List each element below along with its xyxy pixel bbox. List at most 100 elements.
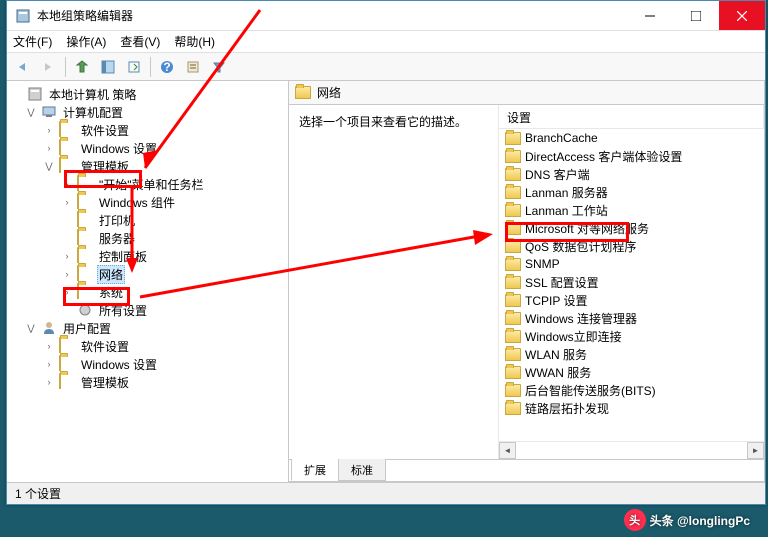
up-button[interactable] [70,56,94,78]
list-item[interactable]: 链路层拓扑发现 [499,399,764,417]
menu-action[interactable]: 操作(A) [66,33,106,50]
folder-icon [505,132,521,145]
list-item[interactable]: Windows立即连接 [499,327,764,345]
tree-panel[interactable]: 本地计算机 策略 ⋁ 计算机配置 ›软件设置 ›Windows 设置 ⋁管理模板… [7,81,289,482]
folder-icon [295,86,311,99]
menu-help[interactable]: 帮助(H) [174,33,215,50]
expand-icon[interactable]: › [43,124,55,136]
column-headers[interactable]: 设置 [499,105,764,129]
tree-root[interactable]: 本地计算机 策略 [7,85,288,103]
tree-system[interactable]: ›系统 [7,283,288,301]
description-column: 选择一个项目来查看它的描述。 [289,105,499,459]
list-item[interactable]: SNMP [499,255,764,273]
tree-user-admin[interactable]: ›管理模板 [7,373,288,391]
list-item-label: Lanman 服务器 [525,184,608,201]
expand-icon[interactable]: › [43,142,55,154]
filter-button[interactable] [207,56,231,78]
tree-admin-templates[interactable]: ⋁管理模板 [7,157,288,175]
folder-icon [505,222,521,235]
menu-file[interactable]: 文件(F) [13,33,52,50]
menubar: 文件(F) 操作(A) 查看(V) 帮助(H) [7,31,765,53]
folder-icon [59,121,61,137]
tree-computer-config[interactable]: ⋁ 计算机配置 [7,103,288,121]
list-item[interactable]: Microsoft 对等网络服务 [499,219,764,237]
watermark-icon: 头 [624,509,646,531]
column-setting[interactable]: 设置 [499,105,764,128]
window-title: 本地组策略编辑器 [37,7,627,24]
list-item[interactable]: WLAN 服务 [499,345,764,363]
computer-icon [41,104,57,120]
list-item-label: TCPIP 设置 [525,292,587,309]
folder-icon [505,330,521,343]
expand-icon[interactable]: › [43,340,55,352]
list-item-label: Windows 连接管理器 [525,310,637,327]
list-item[interactable]: DirectAccess 客户端体验设置 [499,147,764,165]
folder-icon [77,229,79,245]
list-item-label: SNMP [525,257,560,271]
tree-start-taskbar[interactable]: ›"开始"菜单和任务栏 [7,175,288,193]
collapse-icon[interactable]: ⋁ [43,160,55,172]
tree-windows-settings[interactable]: ›Windows 设置 [7,139,288,157]
list-item[interactable]: WWAN 服务 [499,363,764,381]
list-item[interactable]: BranchCache [499,129,764,147]
expand-icon[interactable]: › [61,268,73,280]
list-item[interactable]: TCPIP 设置 [499,291,764,309]
back-button[interactable] [11,56,35,78]
tree-all-settings[interactable]: 所有设置 [7,301,288,319]
expand-icon[interactable]: › [43,358,55,370]
folder-icon [505,204,521,217]
settings-list[interactable]: BranchCacheDirectAccess 客户端体验设置DNS 客户端La… [499,129,764,441]
folder-icon [505,150,521,163]
titlebar: 本地组策略编辑器 [7,1,765,31]
list-item[interactable]: QoS 数据包计划程序 [499,237,764,255]
list-item[interactable]: SSL 配置设置 [499,273,764,291]
details-title: 网络 [317,84,341,101]
tree-printer[interactable]: 打印机 [7,211,288,229]
settings-icon [77,302,93,318]
properties-button[interactable] [181,56,205,78]
menu-view[interactable]: 查看(V) [120,33,160,50]
policy-icon [27,86,43,102]
scroll-left-button[interactable]: ◄ [499,442,516,459]
expand-icon[interactable]: › [61,250,73,262]
help-button[interactable]: ? [155,56,179,78]
expand-icon[interactable]: › [61,178,73,190]
watermark: 头 头条 @longlingPc [624,509,750,531]
folder-icon [505,402,521,415]
list-item[interactable]: DNS 客户端 [499,165,764,183]
tab-standard[interactable]: 标准 [338,459,386,481]
forward-button[interactable] [37,56,61,78]
tree-control-panel[interactable]: ›控制面板 [7,247,288,265]
export-button[interactable] [122,56,146,78]
list-item[interactable]: Lanman 服务器 [499,183,764,201]
list-item[interactable]: Lanman 工作站 [499,201,764,219]
show-hide-button[interactable] [96,56,120,78]
tab-extended[interactable]: 扩展 [291,459,339,481]
expand-icon[interactable]: › [61,196,73,208]
expand-icon[interactable]: › [43,376,55,388]
tree-server[interactable]: 服务器 [7,229,288,247]
tree-win-components[interactable]: ›Windows 组件 [7,193,288,211]
list-item[interactable]: 后台智能传送服务(BITS) [499,381,764,399]
collapse-icon[interactable]: ⋁ [25,322,37,334]
folder-icon [77,193,79,209]
folder-icon [505,240,521,253]
close-button[interactable] [719,1,765,30]
tree-user-software[interactable]: ›软件设置 [7,337,288,355]
tabs: 扩展 标准 [289,459,764,481]
expand-icon[interactable]: › [61,286,73,298]
tree-software[interactable]: ›软件设置 [7,121,288,139]
tree-user-windows[interactable]: ›Windows 设置 [7,355,288,373]
folder-icon [59,139,61,155]
list-item-label: 链路层拓扑发现 [525,400,609,417]
scroll-right-button[interactable]: ► [747,442,764,459]
tree-user-config[interactable]: ⋁用户配置 [7,319,288,337]
maximize-button[interactable] [673,1,719,30]
minimize-button[interactable] [627,1,673,30]
tree-network[interactable]: ›网络 [7,265,288,283]
list-item-label: WWAN 服务 [525,364,591,381]
list-item[interactable]: Windows 连接管理器 [499,309,764,327]
status-text: 1 个设置 [15,485,61,502]
collapse-icon[interactable]: ⋁ [25,106,37,118]
gpedit-window: 本地组策略编辑器 文件(F) 操作(A) 查看(V) 帮助(H) ? 本地计算机… [6,0,766,505]
